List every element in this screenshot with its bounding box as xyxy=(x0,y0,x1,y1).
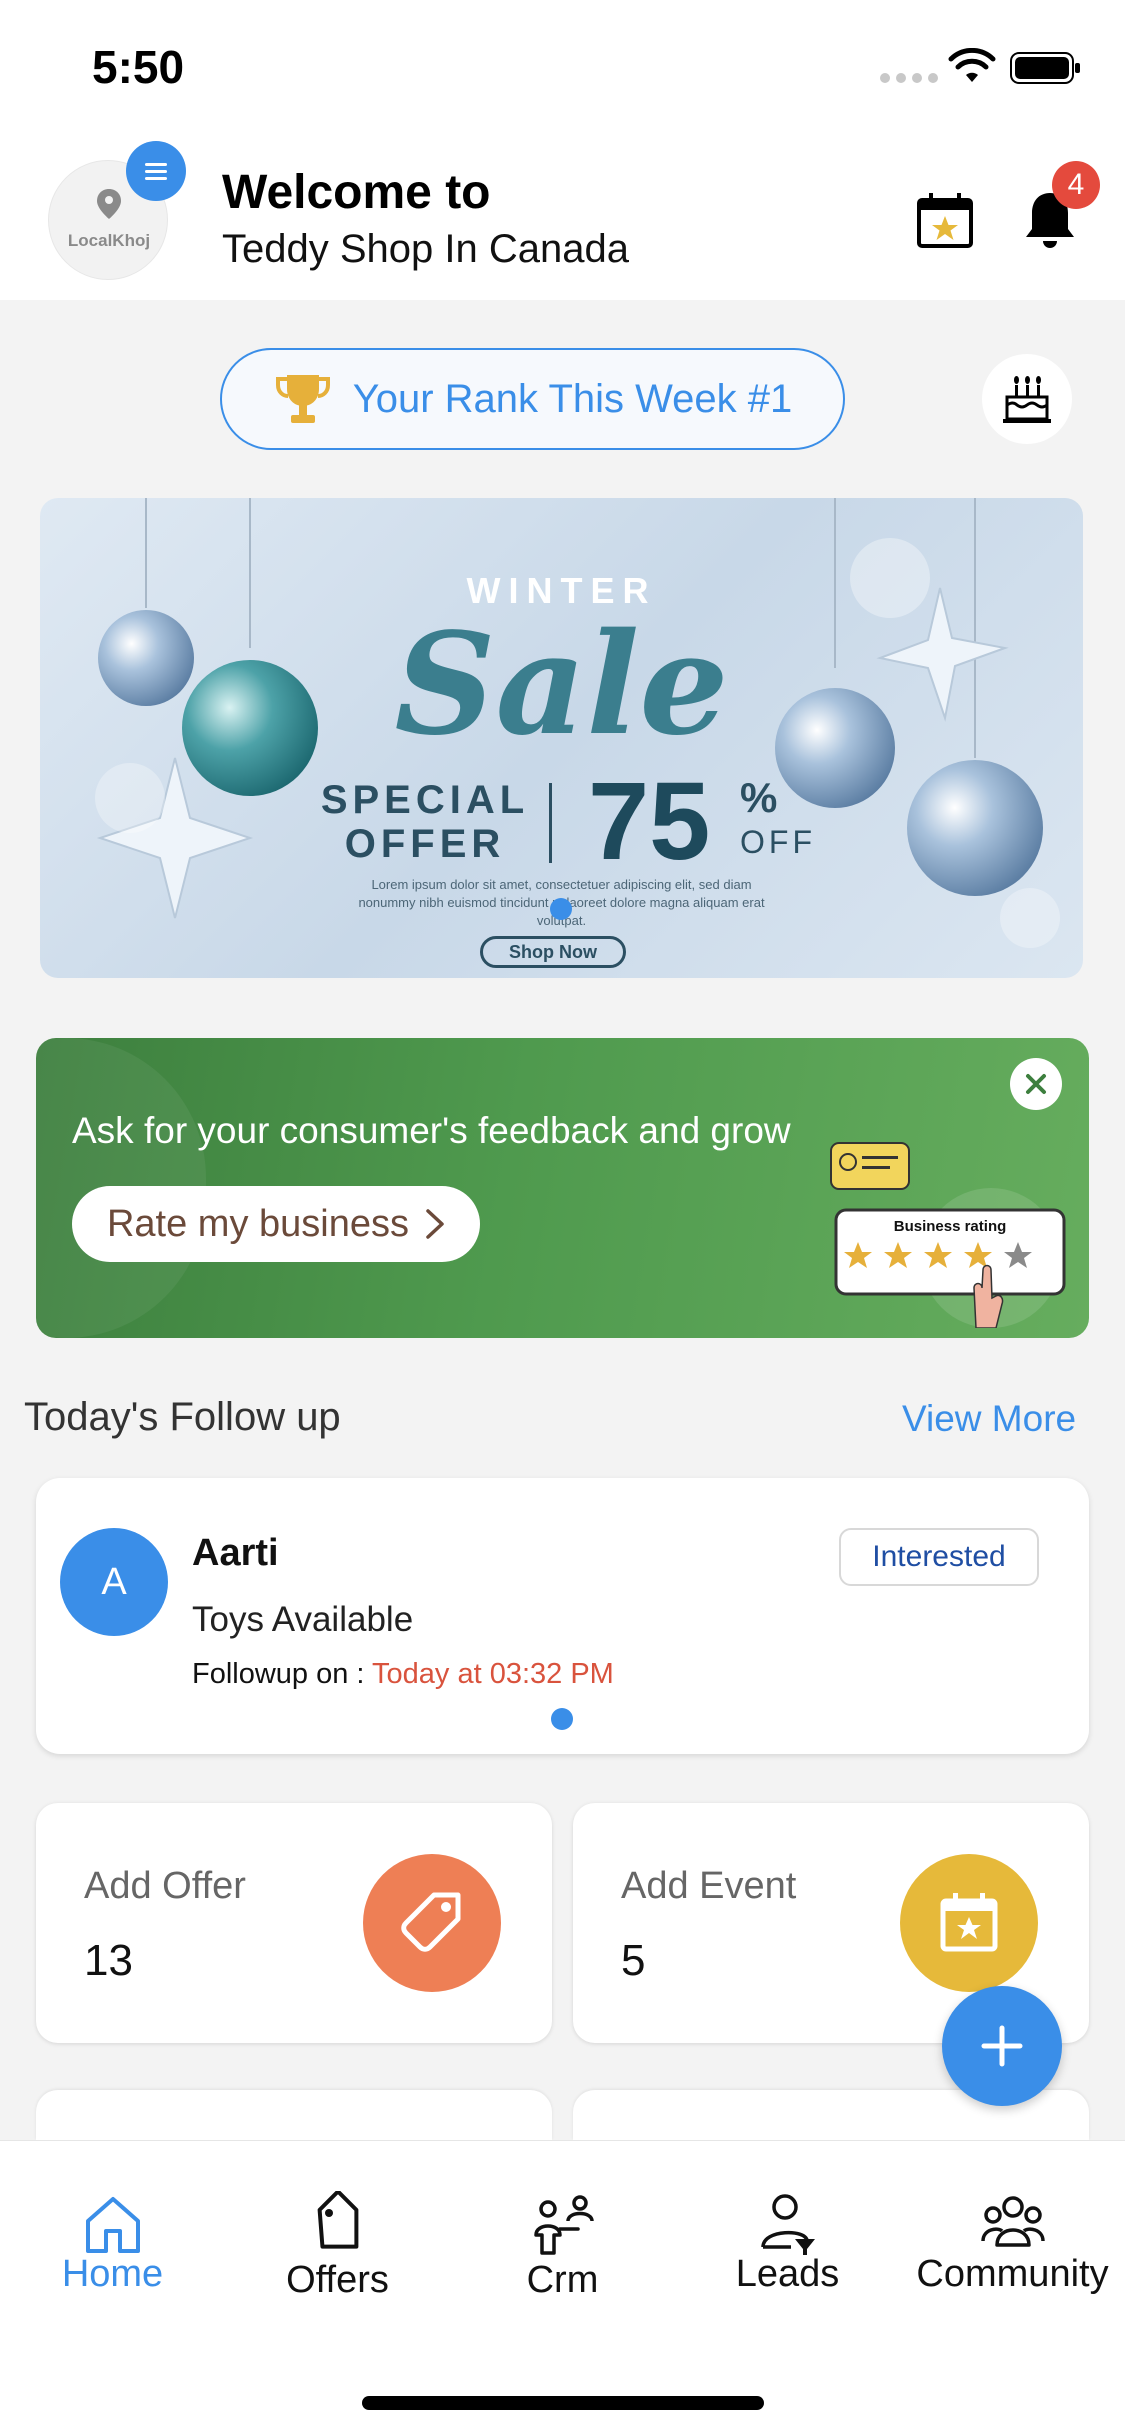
followup-contact-name: Aarti xyxy=(192,1532,279,1574)
banner-off-text: OFF xyxy=(740,824,816,860)
nav-item-community[interactable]: Community xyxy=(900,2141,1125,2331)
add-fab-button[interactable] xyxy=(942,1986,1062,2106)
banner-special-offer-text: SPECIAL OFFER xyxy=(320,778,530,866)
rank-text: Your Rank This Week #1 xyxy=(352,376,793,421)
add-offer-button[interactable] xyxy=(363,1854,501,1992)
welcome-title: Welcome to xyxy=(222,166,491,219)
trophy-icon xyxy=(275,375,330,423)
chevron-right-icon xyxy=(426,1209,444,1239)
home-icon xyxy=(86,2197,140,2253)
nav-label-home: Home xyxy=(61,2253,164,2295)
nav-item-crm[interactable]: Crm xyxy=(450,2141,675,2331)
birthday-cake-icon xyxy=(1003,376,1051,423)
nav-item-leads[interactable]: Leads xyxy=(675,2141,900,2331)
add-offer-count: 13 xyxy=(84,1936,133,1985)
add-offer-card[interactable]: Add Offer 13 xyxy=(36,1803,552,2043)
star-icon xyxy=(1004,1242,1032,1268)
plus-icon xyxy=(981,2025,1023,2067)
star-icon xyxy=(964,1242,992,1268)
community-icon xyxy=(981,2196,1045,2247)
add-offer-label: Add Offer xyxy=(84,1865,246,1907)
logo-text: LocalKhoj xyxy=(67,231,151,250)
calendar-event-icon[interactable] xyxy=(915,190,975,250)
close-icon xyxy=(1026,1074,1046,1094)
rate-business-button[interactable]: Rate my business xyxy=(72,1186,480,1262)
status-time: 5:50 xyxy=(92,41,185,93)
carousel-indicator xyxy=(551,1708,573,1730)
rating-stars xyxy=(844,1242,1032,1328)
feedback-text: Ask for your consumer's feedback and gro… xyxy=(72,1110,791,1151)
view-more-link[interactable]: View More xyxy=(902,1398,1076,1440)
birthday-button[interactable] xyxy=(982,354,1072,444)
add-event-button[interactable] xyxy=(900,1854,1038,1992)
weekly-rank-pill[interactable]: Your Rank This Week #1 xyxy=(220,348,845,450)
cellular-signal-icon xyxy=(880,70,944,88)
menu-icon xyxy=(145,163,167,180)
crm-icon xyxy=(534,2195,594,2255)
stat-card-partial[interactable] xyxy=(36,2090,552,2140)
menu-button[interactable] xyxy=(126,141,186,201)
wifi-icon xyxy=(948,48,996,82)
followup-prefix: Followup on : xyxy=(192,1658,373,1690)
star-icon xyxy=(924,1242,952,1268)
star-icon xyxy=(844,1242,872,1268)
nav-item-offers[interactable]: Offers xyxy=(225,2141,450,2331)
leads-icon xyxy=(761,2194,815,2255)
calendar-star-icon xyxy=(940,1893,998,1952)
location-pin-icon xyxy=(97,189,121,219)
followup-time: Today at 03:32 PM xyxy=(372,1658,614,1690)
carousel-indicator xyxy=(550,898,572,920)
status-bar: 5:50 xyxy=(0,0,1125,135)
notification-count-badge: 4 xyxy=(1052,161,1100,209)
nav-label-community: Community xyxy=(916,2253,1109,2295)
followup-section-title: Today's Follow up xyxy=(24,1395,341,1439)
feedback-card: Ask for your consumer's feedback and gro… xyxy=(36,1038,1089,1338)
banner-discount-value: 75 xyxy=(588,760,711,883)
banner-shop-now-button[interactable]: Shop Now xyxy=(480,936,626,968)
shop-name: Teddy Shop In Canada xyxy=(222,227,629,271)
followup-card[interactable]: A Aarti Interested Toys Available Follow… xyxy=(36,1478,1089,1754)
followup-description: Toys Available xyxy=(192,1600,414,1639)
battery-icon xyxy=(1010,52,1080,84)
business-rating-illustration: Business rating xyxy=(826,1138,1076,1328)
add-event-label: Add Event xyxy=(621,1865,797,1907)
followup-time-row: Followup on : Today at 03:32 PM xyxy=(192,1658,614,1691)
star-icon xyxy=(884,1242,912,1268)
banner-percent-sign: % xyxy=(740,774,778,821)
nav-label-crm: Crm xyxy=(526,2259,599,2301)
app-header: LocalKhoj Welcome to Teddy Shop In Canad… xyxy=(0,135,1125,300)
nav-label-leads: Leads xyxy=(735,2253,840,2295)
banner-sale-text: Sale xyxy=(394,603,729,767)
nav-label-offers: Offers xyxy=(286,2259,389,2301)
banner-divider xyxy=(549,783,552,863)
add-event-count: 5 xyxy=(621,1936,646,1985)
bottom-navigation: Home Offers Crm Leads Community xyxy=(0,2140,1125,2436)
tag-icon xyxy=(401,1892,461,1952)
tag-icon xyxy=(317,2191,359,2249)
status-badge[interactable]: Interested xyxy=(839,1528,1039,1586)
nav-item-home[interactable]: Home xyxy=(0,2141,225,2331)
avatar: A xyxy=(60,1528,168,1636)
close-feedback-button[interactable] xyxy=(1010,1058,1062,1110)
home-indicator[interactable] xyxy=(362,2396,764,2410)
promo-banner[interactable]: WINTER Sale SPECIAL OFFER 75 % OFF Lorem… xyxy=(40,498,1083,978)
rate-business-label: Rate my business xyxy=(106,1202,409,1245)
